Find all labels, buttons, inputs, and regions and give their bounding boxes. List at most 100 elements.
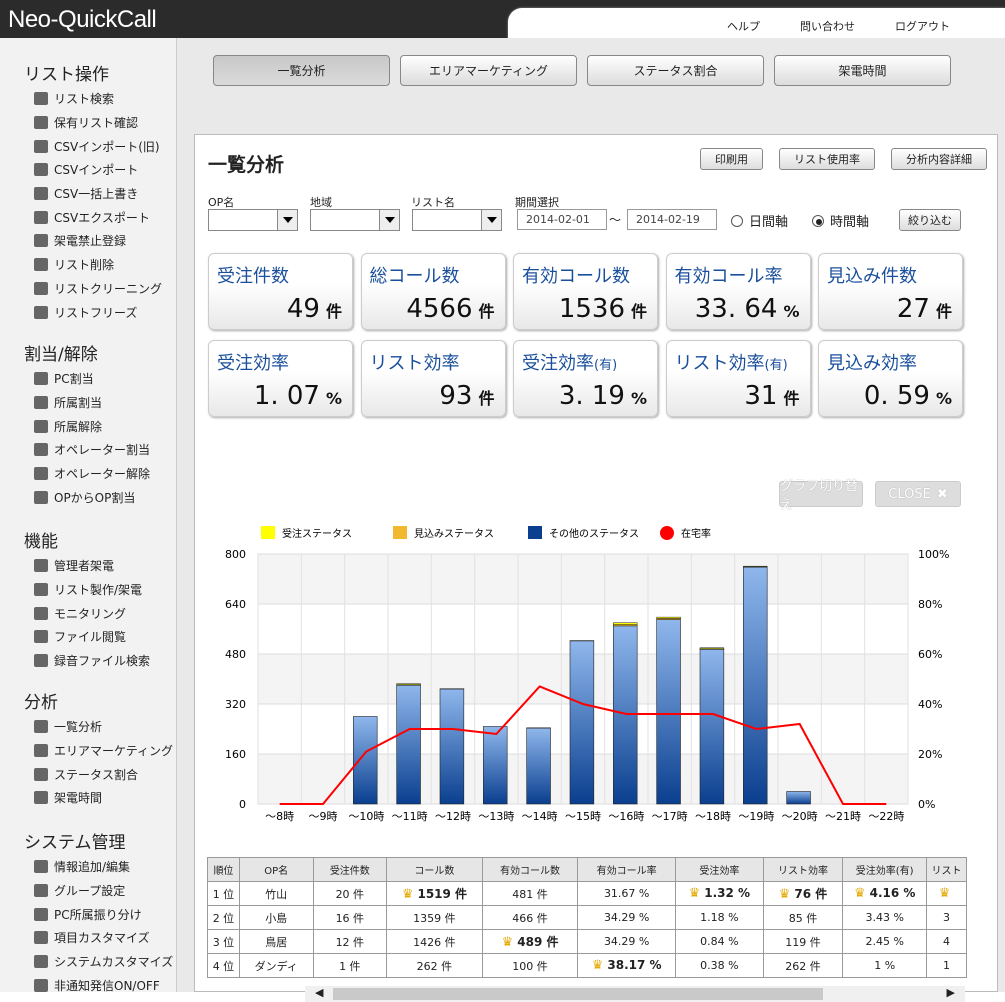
tab-overview[interactable]: 一覧分析	[213, 55, 390, 86]
sidebar-item[interactable]: リストフリーズ	[0, 300, 177, 324]
date-from-input[interactable]: 2014-02-01	[517, 209, 607, 230]
sidebar-item[interactable]: グループ設定	[0, 879, 177, 903]
sidebar-item[interactable]: エリアマーケティング	[0, 739, 177, 763]
sidebar-item[interactable]: 保有リスト確認	[0, 111, 177, 135]
table-cell: 31.67 %	[578, 882, 676, 906]
menu-icon	[34, 140, 48, 153]
sidebar-item[interactable]: リスト検索	[0, 87, 177, 111]
sidebar-item[interactable]: モニタリング	[0, 601, 177, 625]
menu-icon	[34, 443, 48, 456]
sidebar-item[interactable]: 非通知発信ON/OFF	[0, 973, 177, 997]
logout-link[interactable]: ログアウト	[895, 18, 950, 34]
menu-icon	[34, 654, 48, 667]
tab-call-time[interactable]: 架電時間	[774, 55, 951, 86]
menu-icon	[34, 908, 48, 921]
table-cell: 1	[927, 954, 967, 978]
filter-button[interactable]: 絞り込む	[899, 209, 961, 231]
analysis-detail-button[interactable]: 分析内容詳細	[891, 148, 987, 170]
sidebar-item[interactable]: ステータス割合	[0, 762, 177, 786]
scroll-right-icon[interactable]: ▶	[947, 986, 955, 999]
x-tick-label: ～18時	[695, 810, 731, 823]
sidebar-item[interactable]: PC所属振り分け	[0, 902, 177, 926]
contact-link[interactable]: 問い合わせ	[800, 18, 855, 34]
area-label: 地域	[310, 194, 332, 210]
x-tick-label: ～16時	[608, 810, 644, 823]
sidebar-item[interactable]: ファイル閲覧	[0, 625, 177, 649]
list-label: リスト名	[411, 194, 455, 210]
table-cell: 34.29 %	[578, 930, 676, 954]
sidebar-group: 分析一覧分析エリアマーケティングステータス割合架電時間	[0, 688, 177, 810]
tab-status-ratio[interactable]: ステータス割合	[587, 55, 764, 86]
scroll-left-icon[interactable]: ◀	[315, 986, 323, 999]
kpi-value: 1. 07%	[254, 381, 342, 411]
help-link[interactable]: ヘルプ	[727, 18, 760, 34]
sidebar-item[interactable]: OPからOP割当	[0, 485, 177, 509]
kpi-value: 1536件	[559, 294, 647, 324]
sidebar-item[interactable]: CSVエクスポート	[0, 205, 177, 229]
sidebar-item[interactable]: CSVインポート(旧)	[0, 134, 177, 158]
sidebar-item[interactable]: 項目カスタマイズ	[0, 926, 177, 950]
sidebar-item[interactable]: 架電禁止登録	[0, 229, 177, 253]
menu-icon	[34, 258, 48, 271]
tab-area-marketing[interactable]: エリアマーケティング	[400, 55, 577, 86]
y2-tick-label: 60%	[918, 648, 942, 661]
sidebar-item-label: 所属解除	[54, 418, 102, 435]
sidebar-item[interactable]: リスト製作/架電	[0, 578, 177, 602]
sidebar-item[interactable]: 一覧分析	[0, 715, 177, 739]
list-usage-button[interactable]: リスト使用率	[779, 148, 875, 170]
bar-other	[483, 727, 507, 805]
bar-other	[353, 717, 377, 805]
legend-label: 受注ステータス	[282, 527, 352, 540]
area-select[interactable]	[310, 209, 400, 231]
chevron-down-icon	[277, 210, 297, 230]
op-select[interactable]	[208, 209, 298, 231]
print-button[interactable]: 印刷用	[700, 148, 763, 170]
date-to-input[interactable]: 2014-02-19	[627, 209, 717, 230]
scroll-thumb[interactable]	[333, 988, 823, 1000]
y-tick-label: 320	[225, 698, 246, 711]
sidebar-item[interactable]: システムカスタマイズ	[0, 950, 177, 974]
sidebar-item-label: リスト削除	[54, 256, 114, 273]
kpi-card: 見込み効率0. 59%	[818, 340, 963, 417]
menu-icon	[34, 163, 48, 176]
sidebar-item[interactable]: オペレーター割当	[0, 438, 177, 462]
sidebar-item[interactable]: 情報追加/編集	[0, 855, 177, 879]
sidebar-item[interactable]: リスト削除	[0, 253, 177, 277]
sidebar-item[interactable]: 所属解除	[0, 414, 177, 438]
menu-icon	[34, 467, 48, 480]
sidebar-item[interactable]: CSV一括上書き	[0, 182, 177, 206]
x-tick-label: ～15時	[565, 810, 601, 823]
radio-time-axis[interactable]: 時間軸	[812, 211, 869, 230]
table-cell: ♛38.17 %	[578, 954, 676, 978]
sidebar-item[interactable]: 管理者架電	[0, 554, 177, 578]
sidebar-item[interactable]: CSVインポート	[0, 158, 177, 182]
sidebar-item-label: 情報追加/編集	[54, 858, 130, 875]
x-tick-label: ～22時	[868, 810, 904, 823]
menu-icon	[34, 583, 48, 596]
period-label: 期間選択	[515, 194, 559, 210]
close-graph-button[interactable]: CLOSE✖	[875, 481, 961, 507]
x-tick-label: ～8時	[265, 810, 294, 823]
kpi-card: リスト効率93件	[361, 340, 506, 417]
sidebar-item[interactable]: リストクリーニング	[0, 277, 177, 301]
kpi-value: 49件	[287, 294, 342, 324]
sidebar-item-label: リストクリーニング	[54, 280, 162, 297]
sidebar-item[interactable]: PC割当	[0, 367, 177, 391]
table-header: 有効コール率	[578, 858, 676, 882]
sidebar-item[interactable]: オペレーター解除	[0, 462, 177, 486]
y2-tick-label: 20%	[918, 748, 942, 761]
horizontal-scrollbar[interactable]: ◀ ▶	[305, 986, 965, 1002]
kpi-card: 受注件数49件	[208, 253, 353, 330]
kpi-label: リスト効率(有)	[675, 349, 788, 375]
table-header: 受注件数	[313, 858, 387, 882]
sidebar-group: リスト操作リスト検索保有リスト確認CSVインポート(旧)CSVインポートCSV一…	[0, 60, 177, 324]
sidebar-item[interactable]: 所属割当	[0, 391, 177, 415]
table-cell: 3	[927, 906, 967, 930]
menu-icon	[34, 282, 48, 295]
graph-switch-button[interactable]: グラフ切り替え	[779, 481, 863, 507]
sidebar-item[interactable]: 録音ファイル検索	[0, 649, 177, 673]
radio-day-axis[interactable]: 日間軸	[731, 211, 788, 230]
list-select[interactable]	[412, 209, 502, 231]
y2-tick-label: 80%	[918, 598, 942, 611]
sidebar-item[interactable]: 架電時間	[0, 786, 177, 810]
